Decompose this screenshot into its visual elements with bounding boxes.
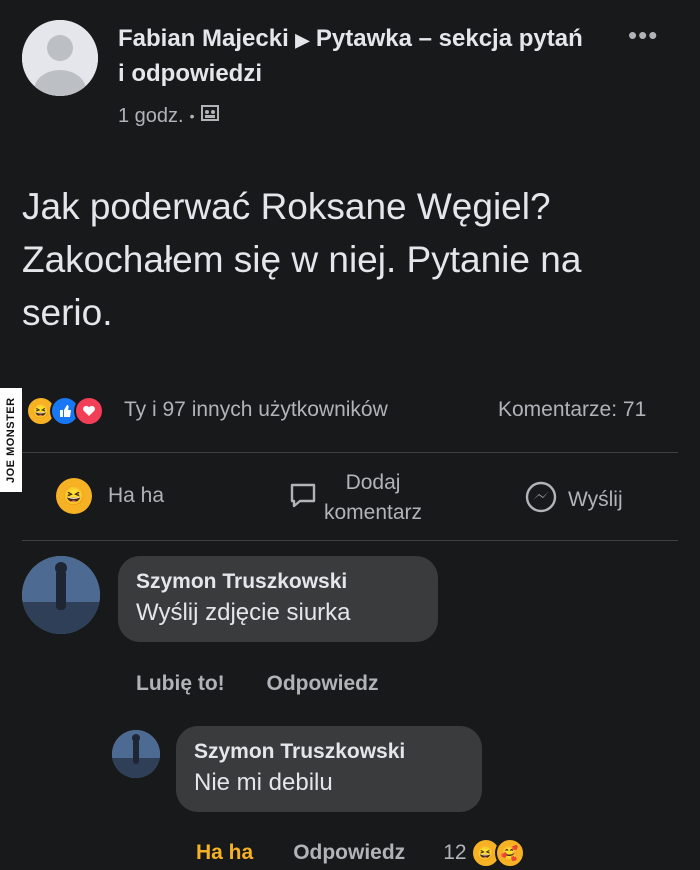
more-dots-icon[interactable]: ••• (628, 20, 658, 51)
haha-reaction-icon: 😆 (56, 478, 92, 514)
reply-actions: Ha ha Odpowiedz 12 😆 🥰 (196, 838, 525, 868)
profile-photo-icon (112, 730, 160, 778)
reactions-summary[interactable]: 😆 (26, 396, 104, 426)
divider (22, 540, 678, 541)
comments-count[interactable]: Komentarze: 71 (498, 398, 646, 422)
reactions-count-text[interactable]: Ty i 97 innych użytkowników (124, 398, 388, 422)
author-avatar[interactable] (22, 20, 98, 96)
post-meta: 1 godz. • (118, 104, 219, 128)
messenger-icon (524, 480, 558, 520)
reply-avatar[interactable] (112, 730, 160, 778)
comment-bubble: Szymon Truszkowski Wyślij zdjęcie siurka (118, 556, 438, 642)
reply-reaction-count[interactable]: 12 (443, 841, 466, 865)
arrow-icon: ▶ (295, 30, 310, 50)
meta-separator: • (189, 108, 195, 124)
comment-action-label-1: Dodaj (345, 471, 401, 494)
group-privacy-icon (200, 104, 219, 128)
post-time[interactable]: 1 godz. (118, 105, 184, 128)
send-action-label: Wyślij (568, 488, 623, 511)
commenter-avatar[interactable] (22, 556, 100, 634)
love-reaction-icon (74, 396, 104, 426)
comment-action-label-2: komentarz (324, 501, 423, 524)
comment-text: Wyślij zdjęcie siurka (136, 599, 351, 626)
post-header-title: Fabian Majecki ▶ Pytawka – sekcja pytań … (118, 22, 588, 91)
reply-comment-link[interactable]: Odpowiedz (293, 841, 405, 865)
post-text: Jak poderwać Roksane Węgiel? Zakochałem … (22, 186, 582, 333)
reply-text: Nie mi debilu (194, 769, 333, 796)
default-avatar-icon (22, 20, 98, 96)
reply-comment-link[interactable]: Odpowiedz (267, 672, 379, 695)
comment-actions: Lubię to! Odpowiedz (136, 672, 379, 696)
like-comment-link[interactable]: Lubię to! (136, 672, 225, 695)
care-reaction-icon: 🥰 (494, 838, 525, 868)
send-action-button[interactable]: Wyślij (524, 480, 623, 520)
author-name[interactable]: Fabian Majecki (118, 25, 289, 52)
watermark-logo: JOE MONSTER (0, 388, 22, 492)
comment-author[interactable]: Szymon Truszkowski (136, 568, 420, 596)
divider (22, 452, 678, 453)
haha-action-button[interactable]: 😆 Ha ha (56, 478, 164, 514)
haha-reaction-link[interactable]: Ha ha (196, 841, 253, 865)
reply-author[interactable]: Szymon Truszkowski (194, 738, 464, 766)
reply-bubble: Szymon Truszkowski Nie mi debilu (176, 726, 482, 812)
comment-action-button[interactable]: Dodaj komentarz (288, 468, 422, 528)
profile-photo-icon (22, 556, 100, 634)
comment-bubble-icon (288, 480, 318, 516)
haha-action-label: Ha ha (108, 484, 165, 507)
